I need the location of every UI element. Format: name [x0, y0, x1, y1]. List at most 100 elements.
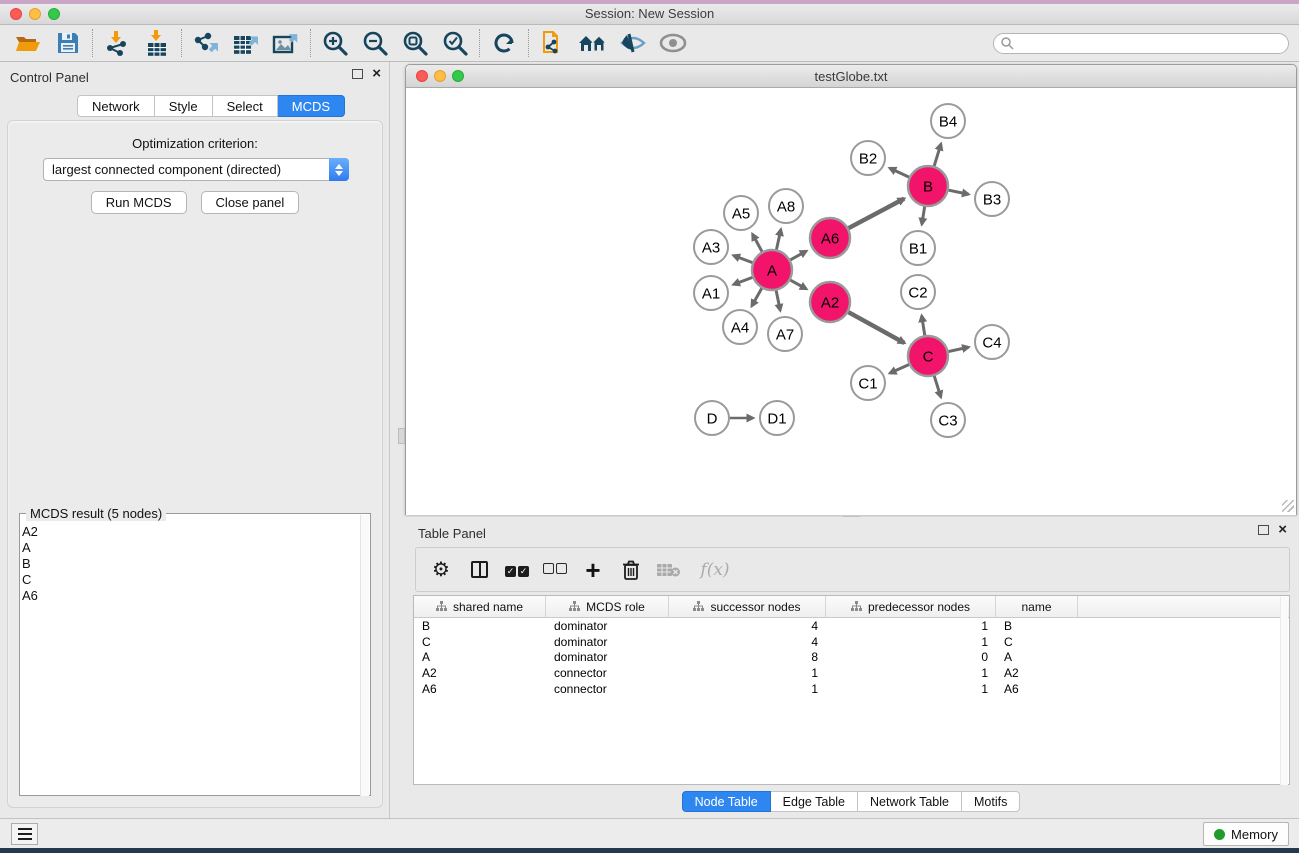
node-C1[interactable]: C1	[851, 366, 885, 400]
cell-predecessor-nodes[interactable]: 1	[826, 635, 996, 649]
tab-mcds[interactable]: MCDS	[278, 95, 345, 117]
cell-predecessor-nodes[interactable]: 0	[826, 650, 996, 664]
criterion-dropdown[interactable]: largest connected component (directed)	[43, 158, 349, 181]
network-minimize-button[interactable]	[434, 70, 446, 82]
run-mcds-button[interactable]: Run MCDS	[91, 191, 187, 214]
table-scrollbar[interactable]	[1280, 597, 1288, 785]
cell-name[interactable]: A2	[996, 666, 1078, 680]
add-column-button[interactable]: +	[578, 555, 608, 585]
edge-B-B3[interactable]	[946, 190, 969, 195]
cell-shared-name[interactable]: A	[414, 650, 546, 664]
network-view[interactable]: B4B2BB3B1A5A8A6A3AA1A4A7A2C2CC4C1C3DD1	[406, 88, 1296, 515]
table-row[interactable]: A2connector11A2	[414, 665, 1289, 681]
delete-column-button[interactable]	[616, 555, 646, 585]
tab-network[interactable]: Network	[77, 95, 155, 117]
result-item[interactable]: C	[22, 572, 352, 588]
table-row[interactable]: Cdominator41C	[414, 634, 1289, 650]
cell-successor-nodes[interactable]: 1	[669, 682, 826, 696]
node-A7[interactable]: A7	[768, 317, 802, 351]
table-row[interactable]: Adominator80A	[414, 650, 1289, 666]
node-D1[interactable]: D1	[760, 401, 794, 435]
cell-predecessor-nodes[interactable]: 1	[826, 619, 996, 633]
hide-details-button[interactable]	[613, 28, 653, 58]
tab-motifs[interactable]: Motifs	[962, 791, 1020, 812]
panel-divider-grip[interactable]	[398, 428, 405, 444]
result-item[interactable]: A	[22, 540, 352, 556]
node-B[interactable]: B	[908, 166, 948, 206]
node-A3[interactable]: A3	[694, 230, 728, 264]
network-window-titlebar[interactable]: testGlobe.txt	[406, 65, 1296, 88]
export-table-button[interactable]	[226, 28, 266, 58]
node-B4[interactable]: B4	[931, 104, 965, 138]
edge-A2-C[interactable]	[846, 311, 905, 343]
show-eye-button[interactable]	[653, 28, 693, 58]
table-row[interactable]: A6connector11A6	[414, 681, 1289, 697]
edge-C-C1[interactable]	[890, 363, 912, 373]
edge-A-A1[interactable]	[733, 276, 755, 284]
table-settings-button[interactable]: ⚙	[426, 555, 456, 585]
save-session-button[interactable]	[48, 28, 88, 58]
export-image-button[interactable]	[266, 28, 306, 58]
zoom-selected-button[interactable]	[435, 28, 475, 58]
zoom-out-button[interactable]	[355, 28, 395, 58]
float-table-panel-icon[interactable]	[1258, 525, 1269, 535]
import-table-button[interactable]	[137, 28, 177, 58]
float-panel-icon[interactable]	[352, 69, 363, 79]
edge-A-A5[interactable]	[752, 234, 763, 254]
result-scrollbar[interactable]	[360, 515, 369, 796]
cell-MCDS-role[interactable]: dominator	[546, 635, 669, 649]
node-A6[interactable]: A6	[810, 218, 850, 258]
edge-A-A8[interactable]	[776, 229, 781, 252]
column-header-name[interactable]: name	[996, 596, 1078, 617]
cell-name[interactable]: A6	[996, 682, 1078, 696]
cell-successor-nodes[interactable]: 4	[669, 619, 826, 633]
node-A1[interactable]: A1	[694, 276, 728, 310]
cell-shared-name[interactable]: A2	[414, 666, 546, 680]
cell-predecessor-nodes[interactable]: 1	[826, 666, 996, 680]
network-close-button[interactable]	[416, 70, 428, 82]
cell-name[interactable]: A	[996, 650, 1078, 664]
table-row[interactable]: Bdominator41B	[414, 618, 1289, 634]
import-network-button[interactable]	[97, 28, 137, 58]
cell-MCDS-role[interactable]: dominator	[546, 650, 669, 664]
home-layouts-button[interactable]	[573, 28, 613, 58]
cell-name[interactable]: B	[996, 619, 1078, 633]
edge-C-C4[interactable]	[946, 347, 969, 352]
column-layout-button[interactable]	[464, 555, 494, 585]
column-header-successor-nodes[interactable]: successor nodes	[669, 596, 826, 617]
cell-predecessor-nodes[interactable]: 1	[826, 682, 996, 696]
column-header-shared-name[interactable]: shared name	[414, 596, 546, 617]
zoom-in-button[interactable]	[315, 28, 355, 58]
cell-name[interactable]: C	[996, 635, 1078, 649]
node-C3[interactable]: C3	[931, 403, 965, 437]
result-item[interactable]: A2	[22, 524, 352, 540]
node-A[interactable]: A	[752, 250, 792, 290]
select-all-button[interactable]: ✓✓	[502, 555, 532, 585]
column-header-MCDS-role[interactable]: MCDS role	[546, 596, 669, 617]
edge-A-A7[interactable]	[776, 288, 781, 311]
cell-shared-name[interactable]: A6	[414, 682, 546, 696]
node-A2[interactable]: A2	[810, 282, 850, 322]
node-B3[interactable]: B3	[975, 182, 1009, 216]
resize-grip[interactable]	[1282, 500, 1294, 512]
node-A4[interactable]: A4	[723, 310, 757, 344]
network-maximize-button[interactable]	[452, 70, 464, 82]
result-item[interactable]: B	[22, 556, 352, 572]
cell-MCDS-role[interactable]: connector	[546, 666, 669, 680]
task-history-button[interactable]	[11, 823, 38, 845]
edge-C-C3[interactable]	[933, 373, 940, 397]
search-box[interactable]	[993, 33, 1289, 54]
export-network-button[interactable]	[186, 28, 226, 58]
close-window-button[interactable]	[10, 8, 22, 20]
mcds-result-list[interactable]: A2ABCA6	[22, 524, 352, 604]
node-C2[interactable]: C2	[901, 275, 935, 309]
column-header-predecessor-nodes[interactable]: predecessor nodes	[826, 596, 996, 617]
edge-A6-B[interactable]	[846, 199, 904, 230]
edge-A-A4[interactable]	[752, 286, 763, 306]
cell-successor-nodes[interactable]: 8	[669, 650, 826, 664]
minimize-window-button[interactable]	[29, 8, 41, 20]
close-panel-button[interactable]: Close panel	[201, 191, 300, 214]
tab-node-table[interactable]: Node Table	[682, 791, 771, 812]
close-panel-icon[interactable]: ×	[372, 69, 381, 79]
cell-successor-nodes[interactable]: 4	[669, 635, 826, 649]
